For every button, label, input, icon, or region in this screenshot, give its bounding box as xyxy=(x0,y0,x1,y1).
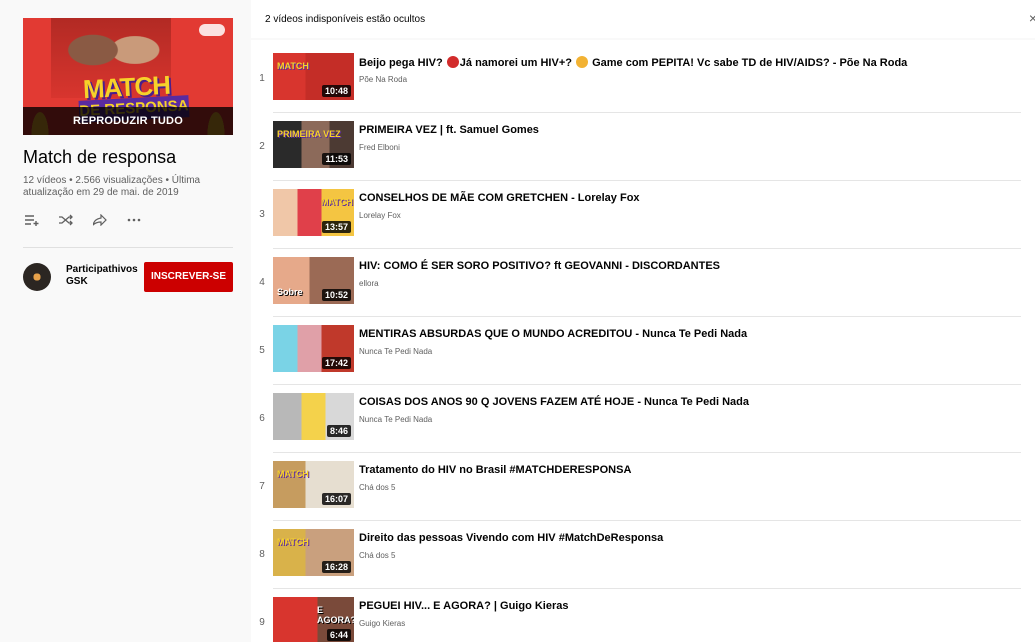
playlist-title: Match de responsa xyxy=(23,147,177,167)
thumbnail-label: MATCH xyxy=(277,469,309,479)
video-index: 7 xyxy=(259,481,265,492)
video-thumbnail[interactable]: MATCH 13:57 xyxy=(273,189,354,236)
add-to-queue-icon[interactable] xyxy=(23,211,41,229)
video-index: 2 xyxy=(259,141,265,152)
video-thumbnail[interactable]: MATCH 16:28 xyxy=(273,529,354,576)
face-emoji-icon xyxy=(576,56,589,68)
list-item[interactable]: 1 MATCH 10:48 Beijo pega HIV? Já namorei… xyxy=(251,45,1021,113)
list-item[interactable]: 6 8:46 COISAS DOS ANOS 90 Q JOVENS FAZEM… xyxy=(251,385,1021,453)
video-index: 6 xyxy=(259,413,265,424)
video-duration: 16:07 xyxy=(321,493,351,505)
channel-logo-icon xyxy=(199,24,225,36)
video-index: 4 xyxy=(259,277,265,288)
video-thumbnail[interactable]: PRIMEIRA VEZ 11:53 xyxy=(273,121,354,168)
thumbnail-label: MATCH xyxy=(321,197,353,207)
video-title[interactable]: CONSELHOS DE MÃE COM GRETCHEN - Lorelay … xyxy=(359,192,640,204)
playlist-stats: 12 vídeos • 2.566 visualizações • Última… xyxy=(23,175,201,198)
video-channel[interactable]: Nunca Te Pedi Nada xyxy=(359,347,432,356)
video-thumbnail[interactable]: MATCH 16:07 xyxy=(273,461,354,508)
playlist-owner: Participathivos GSK INSCREVER-SE xyxy=(23,262,233,292)
video-thumbnail[interactable]: 8:46 xyxy=(273,393,354,440)
video-title[interactable]: MENTIRAS ABSURDAS QUE O MUNDO ACREDITOU … xyxy=(359,328,747,340)
video-duration: 11:53 xyxy=(322,153,351,165)
video-title[interactable]: HIV: COMO É SER SORO POSITIVO? ft GEOVAN… xyxy=(359,260,720,272)
video-index: 1 xyxy=(259,73,265,84)
divider xyxy=(23,247,233,248)
avatar[interactable] xyxy=(23,263,51,291)
thumbnail-label: PRIMEIRA VEZ xyxy=(277,129,341,139)
list-item[interactable]: 8 MATCH 16:28 Direito das pessoas Vivend… xyxy=(251,521,1021,589)
video-duration: 10:48 xyxy=(321,85,351,97)
video-channel[interactable]: Põe Na Roda xyxy=(359,75,407,84)
video-duration: 13:57 xyxy=(321,221,351,233)
video-duration: 6:44 xyxy=(326,629,351,641)
share-icon[interactable] xyxy=(91,211,109,229)
playlist-sidebar: MATCH DE RESPONSA REPRODUZIR TUDO Match … xyxy=(0,0,250,642)
video-thumbnail[interactable]: Sobre 10:52 xyxy=(273,257,354,304)
list-item[interactable]: 5 17:42 MENTIRAS ABSURDAS QUE O MUNDO AC… xyxy=(251,317,1021,385)
video-thumbnail[interactable]: 17:42 xyxy=(273,325,354,372)
video-title[interactable]: Direito das pessoas Vivendo com HIV #Mat… xyxy=(359,532,663,544)
list-item[interactable]: 3 MATCH 13:57 CONSELHOS DE MÃE COM GRETC… xyxy=(251,181,1021,249)
list-item[interactable]: 2 PRIMEIRA VEZ 11:53 PRIMEIRA VEZ | ft. … xyxy=(251,113,1021,181)
video-title[interactable]: COISAS DOS ANOS 90 Q JOVENS FAZEM ATÉ HO… xyxy=(359,396,749,408)
thumbnail-label: Sobre xyxy=(277,287,303,297)
subscribe-button[interactable]: INSCREVER-SE xyxy=(144,262,233,292)
thumbnail-label: E AGORA? xyxy=(317,605,354,625)
video-channel[interactable]: Nunca Te Pedi Nada xyxy=(359,415,432,424)
video-index: 9 xyxy=(259,617,265,628)
more-icon[interactable] xyxy=(125,211,143,229)
play-all-button[interactable]: REPRODUZIR TUDO xyxy=(23,107,233,135)
close-icon[interactable]: × xyxy=(1029,10,1035,26)
hidden-videos-notice: 2 vídeos indisponíveis estão ocultos × xyxy=(251,0,1035,38)
video-list: 1 MATCH 10:48 Beijo pega HIV? Já namorei… xyxy=(251,40,1035,642)
video-thumbnail[interactable]: E AGORA? 6:44 xyxy=(273,597,354,642)
video-duration: 17:42 xyxy=(321,357,351,369)
video-index: 5 xyxy=(259,345,265,356)
video-channel[interactable]: Chá dos 5 xyxy=(359,551,395,560)
video-channel[interactable]: Lorelay Fox xyxy=(359,211,401,220)
list-item[interactable]: 7 MATCH 16:07 Tratamento do HIV no Brasi… xyxy=(251,453,1021,521)
video-index: 8 xyxy=(259,549,265,560)
video-channel[interactable]: Chá dos 5 xyxy=(359,483,395,492)
playlist-actions xyxy=(23,210,143,230)
list-item[interactable]: 4 Sobre 10:52 HIV: COMO É SER SORO POSIT… xyxy=(251,249,1021,317)
video-title[interactable]: PEGUEI HIV... E AGORA? | Guigo Kieras xyxy=(359,600,568,612)
video-thumbnail[interactable]: MATCH 10:48 xyxy=(273,53,354,100)
video-index: 3 xyxy=(259,209,265,220)
video-channel[interactable]: Fred Elboni xyxy=(359,143,400,152)
video-title[interactable]: PRIMEIRA VEZ | ft. Samuel Gomes xyxy=(359,124,539,136)
shuffle-icon[interactable] xyxy=(57,211,75,229)
video-channel[interactable]: Guigo Kieras xyxy=(359,619,405,628)
lips-emoji-icon xyxy=(446,56,459,68)
video-duration: 16:28 xyxy=(321,561,351,573)
thumbnail-label: MATCH xyxy=(277,61,309,71)
owner-name[interactable]: Participathivos GSK xyxy=(66,264,138,288)
video-channel[interactable]: ellora xyxy=(359,279,379,288)
video-duration: 10:52 xyxy=(321,289,351,301)
thumbnail-label: MATCH xyxy=(277,537,309,547)
video-title[interactable]: Tratamento do HIV no Brasil #MATCHDERESP… xyxy=(359,464,631,476)
video-title[interactable]: Beijo pega HIV? Já namorei um HIV+? Game… xyxy=(359,56,907,69)
notice-text: 2 vídeos indisponíveis estão ocultos xyxy=(265,14,426,25)
list-item[interactable]: 9 E AGORA? 6:44 PEGUEI HIV... E AGORA? |… xyxy=(251,589,1021,642)
video-duration: 8:46 xyxy=(326,425,351,437)
playlist-videos: 2 vídeos indisponíveis estão ocultos × 1… xyxy=(251,0,1035,642)
